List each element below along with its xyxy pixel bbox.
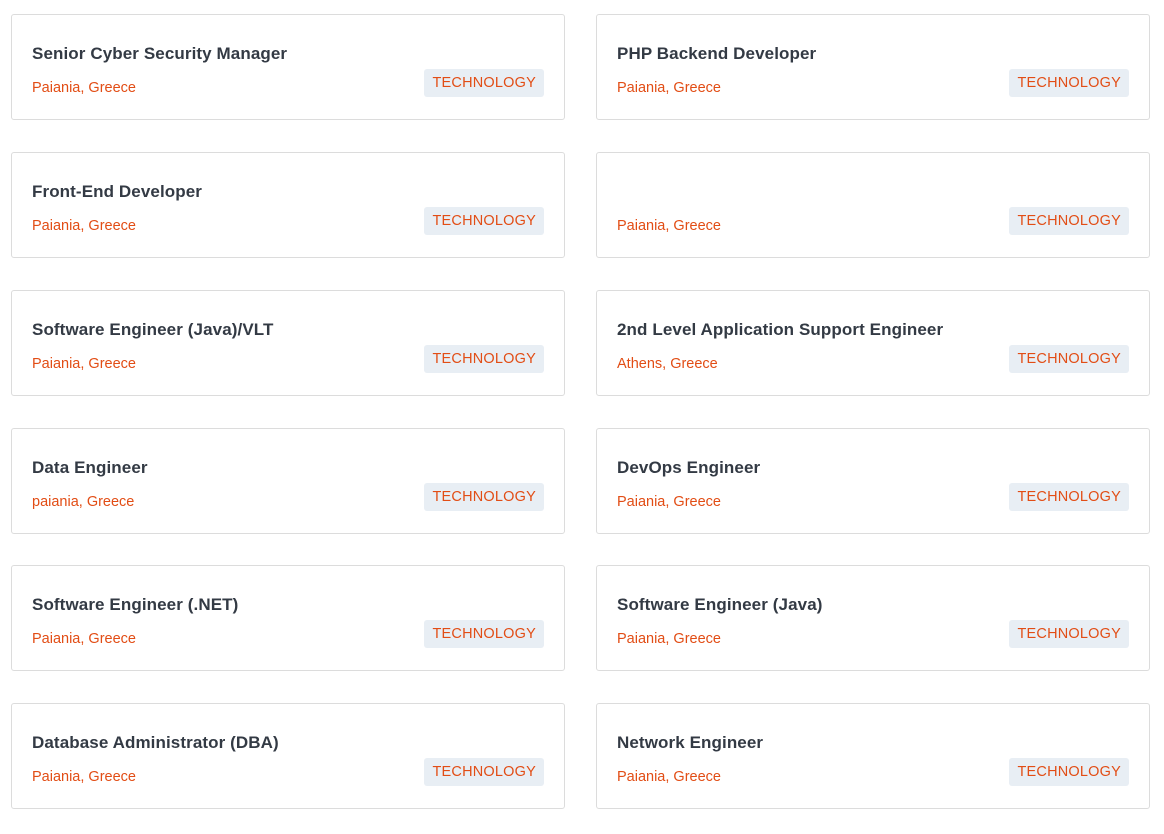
job-title[interactable]: Front-End Developer (32, 182, 202, 202)
job-card[interactable]: Data Engineer paiania, Greece TECHNOLOGY (11, 428, 565, 534)
job-location: paiania, Greece (32, 494, 135, 510)
job-location: Paiania, Greece (32, 356, 136, 372)
category-tag[interactable]: TECHNOLOGY (1009, 620, 1129, 648)
job-card[interactable]: Software Engineer (Java)/VLT Paiania, Gr… (11, 290, 565, 396)
category-tag[interactable]: TECHNOLOGY (1009, 345, 1129, 373)
job-title[interactable]: Software Engineer (Java)/VLT (32, 320, 274, 340)
job-title[interactable]: Software Engineer (.NET) (32, 595, 238, 615)
category-tag[interactable]: TECHNOLOGY (1009, 69, 1129, 97)
job-location: Paiania, Greece (617, 218, 721, 234)
job-location: Paiania, Greece (617, 494, 721, 510)
job-location: Paiania, Greece (32, 631, 136, 647)
job-card[interactable]: DevOps Engineer Paiania, Greece TECHNOLO… (596, 428, 1150, 534)
job-title[interactable]: Network Engineer (617, 733, 763, 753)
job-card[interactable]: Network Engineer Paiania, Greece TECHNOL… (596, 703, 1150, 809)
category-tag[interactable]: TECHNOLOGY (424, 207, 544, 235)
job-title[interactable]: 2nd Level Application Support Engineer (617, 320, 943, 340)
category-tag[interactable]: TECHNOLOGY (424, 483, 544, 511)
job-title[interactable]: Software Engineer (Java) (617, 595, 823, 615)
category-tag[interactable]: TECHNOLOGY (1009, 758, 1129, 786)
job-location: Paiania, Greece (617, 769, 721, 785)
job-location: Paiania, Greece (32, 769, 136, 785)
job-location: Paiania, Greece (32, 218, 136, 234)
job-title[interactable]: Data Engineer (32, 458, 148, 478)
job-card[interactable]: Software Engineer (.NET) Paiania, Greece… (11, 565, 565, 671)
job-location: Paiania, Greece (32, 80, 136, 96)
job-title[interactable]: PHP Backend Developer (617, 44, 816, 64)
job-card[interactable]: Software Engineer (Java) Paiania, Greece… (596, 565, 1150, 671)
job-title[interactable]: DevOps Engineer (617, 458, 760, 478)
job-card[interactable]: Front-End Developer Paiania, Greece TECH… (11, 152, 565, 258)
job-location: Paiania, Greece (617, 631, 721, 647)
job-location: Athens, Greece (617, 356, 718, 372)
job-card[interactable]: 2nd Level Application Support Engineer A… (596, 290, 1150, 396)
job-location: Paiania, Greece (617, 80, 721, 96)
job-card[interactable]: Paiania, Greece TECHNOLOGY (596, 152, 1150, 258)
job-card[interactable]: PHP Backend Developer Paiania, Greece TE… (596, 14, 1150, 120)
category-tag[interactable]: TECHNOLOGY (424, 345, 544, 373)
job-card[interactable]: Database Administrator (DBA) Paiania, Gr… (11, 703, 565, 809)
category-tag[interactable]: TECHNOLOGY (1009, 207, 1129, 235)
job-listings-grid: Senior Cyber Security Manager Paiania, G… (0, 0, 1164, 834)
category-tag[interactable]: TECHNOLOGY (424, 758, 544, 786)
job-title[interactable]: Senior Cyber Security Manager (32, 44, 287, 64)
job-card[interactable]: Senior Cyber Security Manager Paiania, G… (11, 14, 565, 120)
category-tag[interactable]: TECHNOLOGY (424, 620, 544, 648)
category-tag[interactable]: TECHNOLOGY (424, 69, 544, 97)
category-tag[interactable]: TECHNOLOGY (1009, 483, 1129, 511)
job-title[interactable]: Database Administrator (DBA) (32, 733, 279, 753)
